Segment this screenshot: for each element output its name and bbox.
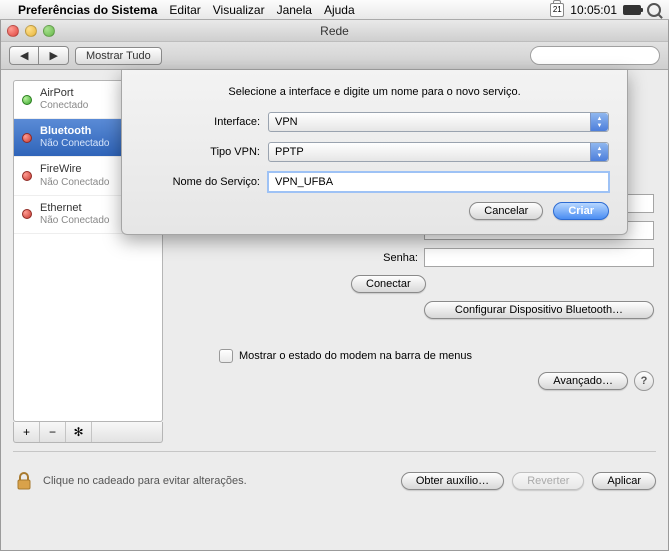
service-name: Bluetooth [40,125,110,138]
toolbar: ◀ ▶ Mostrar Tudo [1,42,668,70]
service-actions-gear-icon[interactable]: ✻ [66,422,92,442]
show-modem-status-checkbox[interactable] [219,349,233,363]
menu-edit[interactable]: Editar [169,3,200,17]
spotlight-icon[interactable] [647,3,661,17]
back-button[interactable]: ◀ [9,46,38,65]
revert-button[interactable]: Reverter [512,472,584,490]
advanced-button[interactable]: Avançado… [538,372,628,390]
interface-value: VPN [275,116,298,128]
chevron-updown-icon [590,113,608,131]
configure-device-button[interactable]: Configurar Dispositivo Bluetooth… [424,301,654,319]
service-status: Não Conectado [40,138,110,150]
vpn-type-popup[interactable]: PPTP [268,142,609,162]
battery-icon[interactable] [623,5,641,15]
lock-text: Clique no cadeado para evitar alterações… [43,475,247,487]
new-service-sheet: Selecione a interface e digite um nome p… [121,70,628,235]
interface-popup[interactable]: VPN [268,112,609,132]
service-name-label: Nome do Serviço: [140,176,260,188]
calendar-menu-extra[interactable]: 21 [550,3,564,17]
show-all-button[interactable]: Mostrar Tudo [75,47,162,65]
forward-button[interactable]: ▶ [38,46,68,65]
service-status: Não Conectado [40,215,110,227]
minimize-button[interactable] [25,25,37,37]
close-button[interactable] [7,25,19,37]
window-title: Rede [1,24,668,38]
password-field[interactable] [424,248,654,267]
create-button[interactable]: Criar [553,202,609,220]
menubar: Preferências do Sistema Editar Visualiza… [0,0,669,20]
menu-view[interactable]: Visualizar [213,3,265,17]
vpn-type-value: PPTP [275,146,304,158]
status-dot-icon [22,209,32,219]
add-service-button[interactable]: + [14,422,40,442]
service-name: Ethernet [40,202,110,215]
service-name-field[interactable] [268,172,609,192]
titlebar: Rede [1,20,668,42]
status-dot-icon [22,171,32,181]
zoom-button[interactable] [43,25,55,37]
menu-window[interactable]: Janela [277,3,312,17]
service-status: Conectado [40,100,88,112]
help-button[interactable]: ? [634,371,654,391]
app-menu[interactable]: Preferências do Sistema [18,3,157,17]
get-help-button[interactable]: Obter auxílio… [401,472,504,490]
service-status: Não Conectado [40,177,110,189]
status-dot-icon [22,95,32,105]
service-name: AirPort [40,87,88,100]
vpn-type-label: Tipo VPN: [140,146,260,158]
chevron-updown-icon [590,143,608,161]
preferences-window: Rede ◀ ▶ Mostrar Tudo [0,20,669,551]
show-modem-status-label: Mostrar o estado do modem na barra de me… [239,350,472,362]
password-label: Senha: [383,252,418,264]
connect-button[interactable]: Conectar [351,275,426,293]
sheet-prompt: Selecione a interface e digite um nome p… [140,86,609,98]
lock-icon[interactable] [13,470,35,492]
search-input[interactable] [530,46,660,65]
remove-service-button[interactable]: − [40,422,66,442]
menu-help[interactable]: Ajuda [324,3,355,17]
status-dot-icon [22,133,32,143]
apply-button[interactable]: Aplicar [592,472,656,490]
service-name: FireWire [40,163,110,176]
clock[interactable]: 10:05:01 [570,3,617,17]
interface-label: Interface: [140,116,260,128]
cancel-button[interactable]: Cancelar [469,202,543,220]
